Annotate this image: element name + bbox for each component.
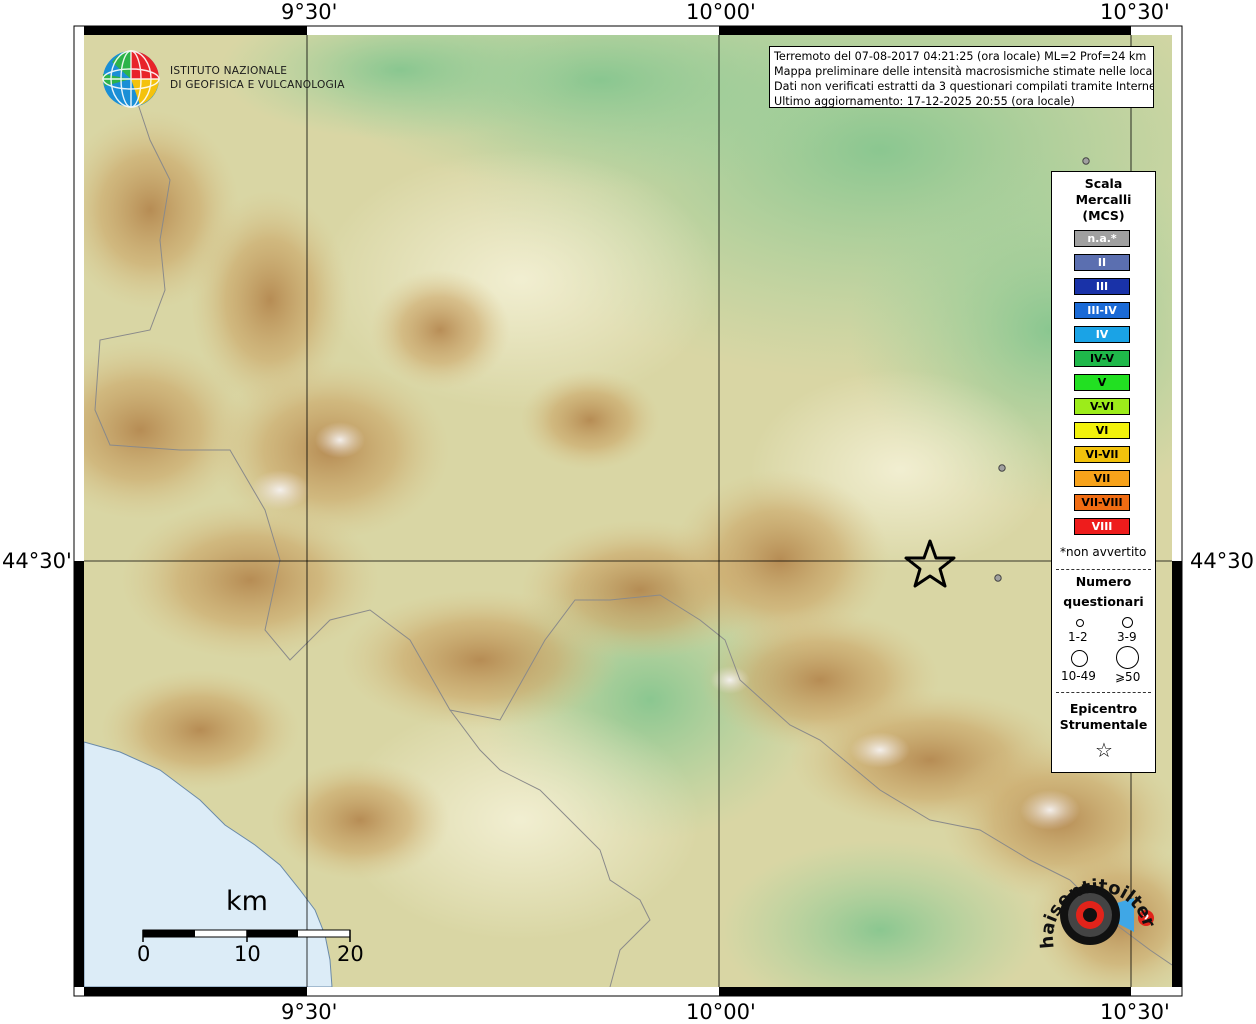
event-info-line: Mappa preliminare delle intensità macros… — [774, 65, 1154, 78]
legend-divider — [1056, 692, 1151, 693]
questionnaires-title-line2: questionari — [1063, 594, 1144, 609]
mcs-level-ii: II — [1074, 254, 1130, 271]
questionnaires-title-line1: Numero — [1075, 574, 1132, 589]
epicenter-title-line2: Strumentale — [1059, 717, 1148, 732]
institute-line2: DI GEOFISICA E VULCANOLOGIA — [170, 79, 345, 91]
mcs-level-vii-viii: VII-VIII — [1074, 494, 1130, 511]
intensity-point-na[interactable] — [998, 464, 1006, 472]
questionnaire-circle-small-icon — [1076, 619, 1084, 627]
mcs-level-vii: VII — [1074, 470, 1130, 487]
intensity-point-na[interactable] — [1082, 157, 1090, 165]
mcs-level-v: V — [1074, 374, 1130, 391]
mcs-level-viii: VIII — [1074, 518, 1130, 535]
coord-right-4430: 44°30' — [1190, 549, 1256, 573]
legend-title-line2: Mercalli — [1075, 192, 1132, 207]
coord-bottom-1000: 10°00' — [686, 1000, 756, 1024]
q-class-label: 10-49 — [1061, 669, 1096, 683]
event-info-line: Terremoto del 07-08-2017 04:21:25 (ora l… — [774, 50, 1147, 63]
q-class-label: 3-9 — [1117, 630, 1137, 644]
scale-unit: km — [226, 886, 268, 917]
hsit-logo[interactable]: ? haisentitoilterremoto.itwww. — [1023, 842, 1164, 978]
globe-icon — [102, 50, 160, 108]
legend-title-line3: (MCS) — [1082, 208, 1125, 223]
mcs-level-vi: VI — [1074, 422, 1130, 439]
scale-tick-label: 0 — [137, 942, 151, 966]
mcs-level-iv: IV — [1074, 326, 1130, 343]
institute-line1: ISTITUTO NAZIONALE — [170, 65, 288, 77]
questionnaire-circle-large-icon — [1071, 650, 1088, 667]
intensity-point-na[interactable] — [994, 574, 1002, 582]
scale-tick-label: 20 — [337, 942, 364, 966]
epicenter-title-line1: Epicentro — [1069, 701, 1138, 716]
coord-bottom-930: 9°30' — [281, 1000, 338, 1024]
epicenter-legend-star-icon: ☆ — [1095, 738, 1113, 762]
event-info-line: Ultimo aggiornamento: 17-12-2025 20:55 (… — [774, 95, 1075, 108]
coord-top-930: 9°30' — [281, 0, 338, 24]
institute-name: ISTITUTO NAZIONALE DI GEOFISICA E VULCAN… — [170, 64, 345, 92]
coord-top-1000: 10°00' — [686, 0, 756, 24]
target-icon: ? haisentitoilterremoto.itwww. — [1023, 842, 1160, 949]
coord-left-4430: 44°30' — [2, 549, 72, 573]
mcs-level-iii-iv: III-IV — [1074, 302, 1130, 319]
q-class-label: ⩾50 — [1115, 670, 1141, 684]
questionnaire-circle-xlarge-icon — [1116, 646, 1139, 669]
q-class-label: 1-2 — [1068, 630, 1088, 644]
mcs-level-n-a: n.a.* — [1074, 230, 1130, 247]
event-info-box: Terremoto del 07-08-2017 04:21:25 (ora l… — [769, 46, 1154, 108]
legend-title-line1: Scala — [1084, 176, 1123, 191]
mcs-level-v-vi: V-VI — [1074, 398, 1130, 415]
mcs-level-vi-vii: VI-VII — [1074, 446, 1130, 463]
event-info-line: Dati non verificati estratti da 3 questi… — [774, 80, 1154, 93]
coord-top-1030: 10°30' — [1100, 0, 1170, 24]
legend-panel: Scala Mercalli (MCS) n.a.* II III III-IV IV I… — [1051, 171, 1156, 773]
legend-divider — [1056, 569, 1151, 570]
scale-tick-label: 10 — [234, 942, 261, 966]
mcs-level-iii: III — [1074, 278, 1130, 295]
questionnaire-circle-medium-icon — [1122, 617, 1133, 628]
not-felt-note: *non avvertito — [1060, 545, 1147, 559]
mcs-level-iv-v: IV-V — [1074, 350, 1130, 367]
coord-bottom-1030: 10°30' — [1100, 1000, 1170, 1024]
